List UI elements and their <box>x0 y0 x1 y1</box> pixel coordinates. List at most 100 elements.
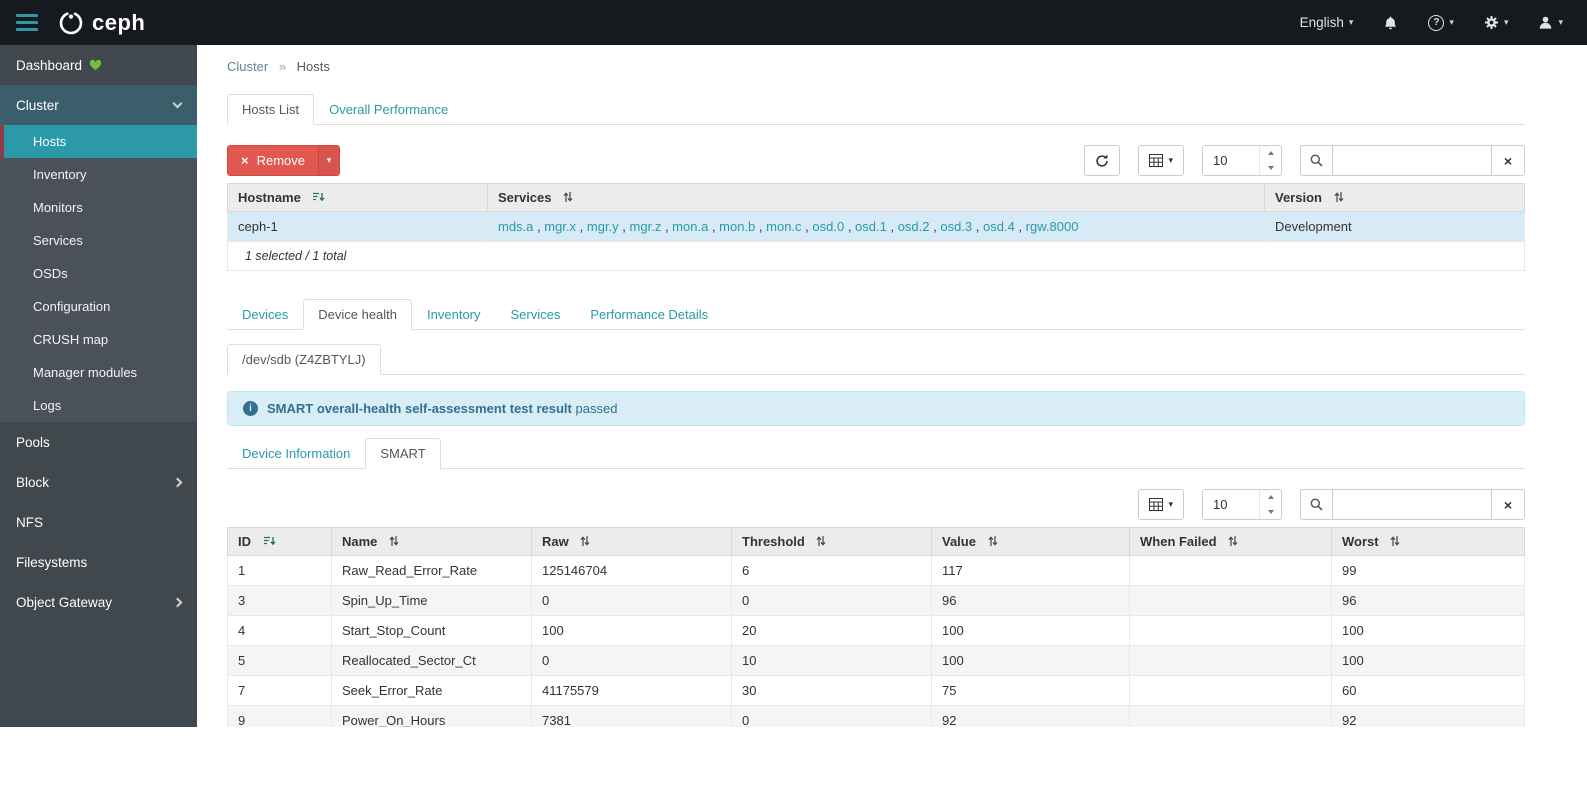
column-header-raw[interactable]: Raw <box>532 528 732 556</box>
service-link-mon.a[interactable]: mon.a <box>672 219 708 234</box>
page-size-stepper <box>1259 490 1281 519</box>
search-input[interactable] <box>1333 490 1491 519</box>
smart-table: ID Name <box>227 527 1525 727</box>
bell-icon <box>1383 15 1398 31</box>
service-link-osd.3[interactable]: osd.3 <box>940 219 972 234</box>
column-header-id[interactable]: ID <box>228 528 332 556</box>
column-header-value[interactable]: Value <box>932 528 1130 556</box>
sidebar-item-object-gateway[interactable]: Object Gateway <box>0 582 197 622</box>
sidebar-item-inventory[interactable]: Inventory <box>0 158 197 191</box>
sidebar-item-osds[interactable]: OSDs <box>0 257 197 290</box>
smart-table-header-row: ID Name <box>228 528 1525 556</box>
sidebar-item-dashboard[interactable]: Dashboard <box>0 45 197 85</box>
page-size-input[interactable] <box>1203 146 1259 175</box>
sidebar-item-manager-modules[interactable]: Manager modules <box>0 356 197 389</box>
smart-table-row[interactable]: 4Start_Stop_Count10020100100 <box>228 616 1525 646</box>
sidebar-item-configuration[interactable]: Configuration <box>0 290 197 323</box>
column-toggle-dropdown[interactable]: ▾ <box>1138 489 1184 520</box>
smart-table-row[interactable]: 7Seek_Error_Rate41175579307560 <box>228 676 1525 706</box>
clear-search-button[interactable]: × <box>1491 146 1524 175</box>
caret-down-icon: ▾ <box>327 156 332 165</box>
tab-performance-details[interactable]: Performance Details <box>575 299 723 330</box>
remove-dropdown-toggle[interactable]: ▾ <box>318 146 339 175</box>
hosts-table-header-row: Hostname Services <box>228 184 1525 212</box>
hostname-cell: ceph-1 <box>228 212 488 242</box>
chevron-right-icon <box>173 597 183 607</box>
service-link-mgr.y[interactable]: mgr.y <box>587 219 619 234</box>
search-icon <box>1301 146 1333 175</box>
sidebar-item-monitors[interactable]: Monitors <box>0 191 197 224</box>
smart-table-cell: Seek_Error_Rate <box>332 676 532 706</box>
sidebar-item-crush-map[interactable]: CRUSH map <box>0 323 197 356</box>
notifications-button[interactable] <box>1383 15 1398 31</box>
smart-table-row[interactable]: 3Spin_Up_Time009696 <box>228 586 1525 616</box>
column-header-worst[interactable]: Worst <box>1332 528 1525 556</box>
caret-down-icon: ▾ <box>1168 156 1173 165</box>
sidebar-item-hosts[interactable]: Hosts <box>0 125 197 158</box>
tab-overall-performance[interactable]: Overall Performance <box>314 94 463 125</box>
smart-table-cell: 0 <box>732 586 932 616</box>
sidebar-item-cluster[interactable]: Cluster <box>0 85 197 125</box>
services-cell: mds.a , mgr.x , mgr.y , mgr.z , mon.a , … <box>488 212 1265 242</box>
refresh-button[interactable] <box>1084 145 1120 176</box>
host-row[interactable]: ceph-1 mds.a , mgr.x , mgr.y , mgr.z , m… <box>228 212 1525 242</box>
tab-device-information[interactable]: Device Information <box>227 438 365 469</box>
device-detail-tabs: Device Information SMART <box>227 438 1525 469</box>
user-dropdown[interactable]: ▾ <box>1538 15 1563 30</box>
remove-button[interactable]: × Remove <box>228 146 318 175</box>
sidebar-item-nfs[interactable]: NFS <box>0 502 197 542</box>
column-toggle-dropdown[interactable]: ▾ <box>1138 145 1184 176</box>
decrement-button[interactable] <box>1260 505 1281 520</box>
smart-table-row[interactable]: 5Reallocated_Sector_Ct010100100 <box>228 646 1525 676</box>
version-cell: Development <box>1265 212 1525 242</box>
sidebar-item-pools[interactable]: Pools <box>0 422 197 462</box>
column-header-threshold[interactable]: Threshold <box>732 528 932 556</box>
column-header-when-failed[interactable]: When Failed <box>1130 528 1332 556</box>
column-header-name[interactable]: Name <box>332 528 532 556</box>
menu-toggle-button[interactable] <box>14 10 40 35</box>
service-link-mgr.x[interactable]: mgr.x <box>544 219 576 234</box>
column-header-version[interactable]: Version <box>1265 184 1525 212</box>
help-dropdown[interactable]: ? ▾ <box>1428 15 1454 31</box>
hosts-toolbar-right: ▾ <box>1084 145 1525 176</box>
service-link-mgr.z[interactable]: mgr.z <box>630 219 662 234</box>
tab-device-health[interactable]: Device health <box>303 299 412 330</box>
settings-dropdown[interactable]: ▾ <box>1484 15 1509 30</box>
language-dropdown[interactable]: English ▾ <box>1300 15 1354 30</box>
clear-search-button[interactable]: × <box>1491 490 1524 519</box>
service-link-osd.4[interactable]: osd.4 <box>983 219 1015 234</box>
service-link-osd.1[interactable]: osd.1 <box>855 219 887 234</box>
service-link-mds.a[interactable]: mds.a <box>498 219 533 234</box>
smart-table-row[interactable]: 9Power_On_Hours738109292 <box>228 706 1525 728</box>
service-link-rgw.8000[interactable]: rgw.8000 <box>1026 219 1079 234</box>
column-header-services[interactable]: Services <box>488 184 1265 212</box>
smart-table-row[interactable]: 1Raw_Read_Error_Rate125146704611799 <box>228 556 1525 586</box>
chevron-down-icon <box>173 99 183 109</box>
column-header-hostname[interactable]: Hostname <box>228 184 488 212</box>
tab-services[interactable]: Services <box>496 299 576 330</box>
sidebar-item-logs[interactable]: Logs <box>0 389 197 422</box>
smart-table-cell <box>1130 586 1332 616</box>
decrement-button[interactable] <box>1260 161 1281 176</box>
sidebar-item-filesystems[interactable]: Filesystems <box>0 542 197 582</box>
tab-device-sdb[interactable]: /dev/sdb (Z4ZBTYLJ) <box>227 344 381 375</box>
tab-devices[interactable]: Devices <box>227 299 303 330</box>
selection-summary: 1 selected / 1 total <box>227 242 1525 271</box>
service-link-osd.0[interactable]: osd.0 <box>812 219 844 234</box>
increment-button[interactable] <box>1260 490 1281 505</box>
service-link-mon.c[interactable]: mon.c <box>766 219 801 234</box>
sidebar-item-services[interactable]: Services <box>0 224 197 257</box>
tab-inventory[interactable]: Inventory <box>412 299 495 330</box>
tab-smart[interactable]: SMART <box>365 438 440 469</box>
column-label: Worst <box>1342 534 1379 549</box>
search-input[interactable] <box>1333 146 1491 175</box>
breadcrumb-link-cluster[interactable]: Cluster <box>227 59 268 74</box>
page-size-input[interactable] <box>1203 490 1259 519</box>
sidebar-item-block[interactable]: Block <box>0 462 197 502</box>
tab-hosts-list[interactable]: Hosts List <box>227 94 314 125</box>
service-link-osd.2[interactable]: osd.2 <box>898 219 930 234</box>
service-link-mon.b[interactable]: mon.b <box>719 219 755 234</box>
increment-button[interactable] <box>1260 146 1281 161</box>
smart-table-cell: 92 <box>1332 706 1525 728</box>
smart-table-cell: 41175579 <box>532 676 732 706</box>
